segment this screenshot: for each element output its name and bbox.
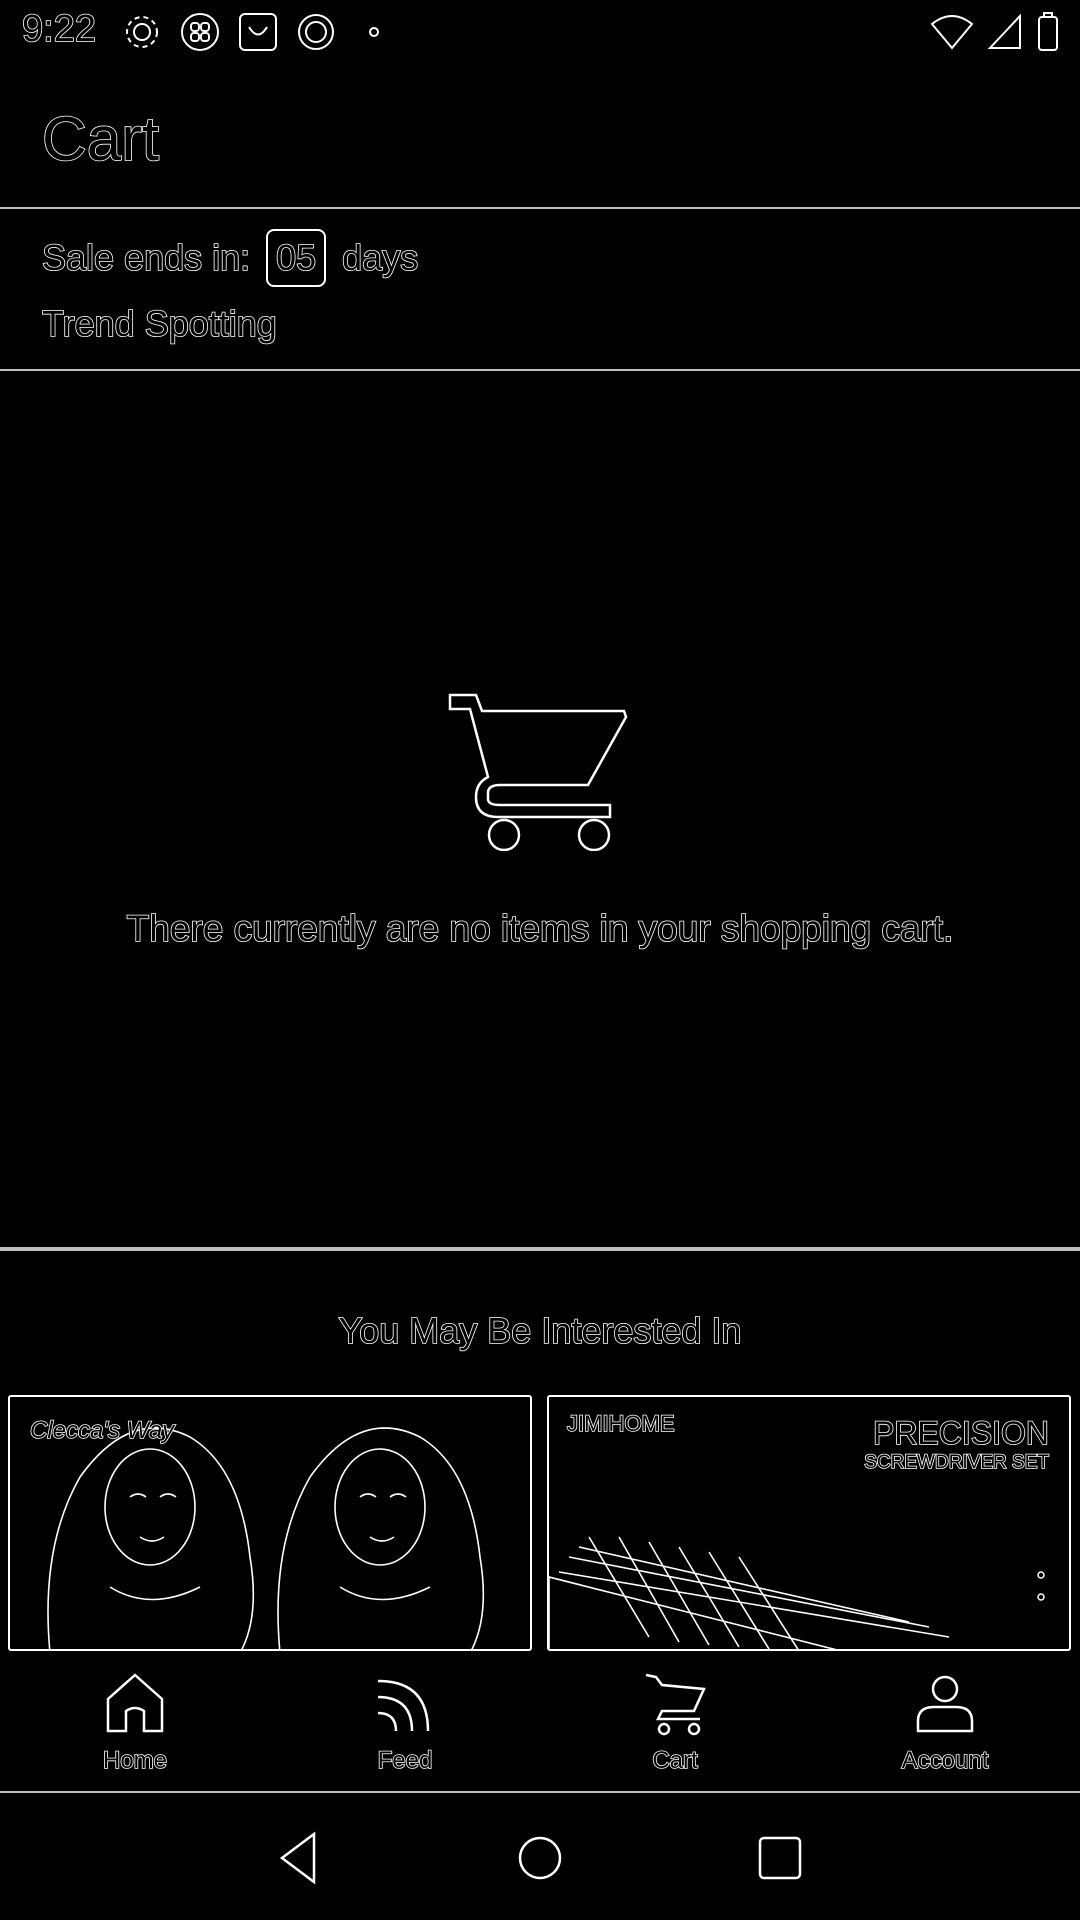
nav-label: Cart (652, 1746, 699, 1775)
account-icon (916, 1675, 974, 1733)
bag-icon (236, 10, 280, 54)
gear-icon (120, 10, 164, 54)
wifi-icon (930, 14, 974, 55)
app-header: Cart (0, 64, 1080, 209)
sync-icon (294, 10, 338, 54)
page-title: Cart (41, 104, 160, 175)
recommendation-card[interactable]: JIMIHOME PRECISION SCREWDRIVER SET (547, 1395, 1071, 1651)
sale-banner[interactable]: Sale ends in: 05 days Trend Spotting (0, 211, 1080, 371)
status-system-icons (930, 12, 1060, 57)
empty-cart-message: There currently are no items in your sho… (126, 907, 954, 950)
back-icon (279, 1831, 316, 1884)
status-bar: 9:22 (0, 0, 1080, 64)
signal-icon (987, 13, 1022, 55)
section-divider (0, 1247, 1080, 1251)
home-button[interactable] (510, 1828, 570, 1888)
screen: 9:22 Cart Sale ends in: 05 days Trend Sp… (0, 0, 1080, 1920)
status-notification-icons (120, 10, 396, 54)
home-icon (106, 1673, 164, 1733)
sale-countdown: Sale ends in: 05 days (41, 229, 419, 287)
recents-icon (758, 1836, 802, 1879)
empty-cart-state: There currently are no items in your sho… (0, 373, 1080, 1248)
grid-icon (178, 10, 222, 54)
nav-item-feed[interactable]: Feed (270, 1655, 540, 1791)
nav-item-home[interactable]: Home (0, 1655, 270, 1791)
nav-label: Home (102, 1746, 168, 1775)
cart-icon (448, 693, 628, 851)
recommendation-card[interactable]: Clecca's Way (8, 1395, 532, 1651)
cart-icon (645, 1673, 706, 1736)
status-time: 9:22 (21, 7, 97, 51)
product-brand: Clecca's Way (29, 1416, 175, 1445)
recommendations-title: You May Be Interested In (338, 1309, 743, 1352)
nav-label: Account (901, 1746, 989, 1775)
feed-icon (377, 1679, 430, 1732)
back-button[interactable] (270, 1828, 330, 1888)
product-title-main: PRECISION (872, 1414, 1050, 1452)
nav-item-cart[interactable]: Cart (540, 1655, 810, 1791)
system-nav-bar (0, 1795, 1080, 1920)
bottom-nav: Home Feed Cart Account (0, 1655, 1080, 1793)
product-brand: JIMIHOME (566, 1410, 675, 1437)
nav-item-account[interactable]: Account (810, 1655, 1080, 1791)
sale-subtitle: Trend Spotting (41, 302, 277, 345)
product-title-sub: SCREWDRIVER SET (863, 1451, 1049, 1474)
battery-icon (1036, 12, 1060, 57)
sale-label: Sale ends in: (41, 236, 251, 279)
sale-days-unit: days (341, 236, 419, 279)
product-title: PRECISION SCREWDRIVER SET (863, 1414, 1050, 1474)
dot-icon (352, 10, 396, 54)
home-circle-icon (518, 1836, 562, 1879)
sale-days-value: 05 (266, 229, 327, 287)
recents-button[interactable] (750, 1828, 810, 1888)
nav-label: Feed (377, 1746, 433, 1775)
